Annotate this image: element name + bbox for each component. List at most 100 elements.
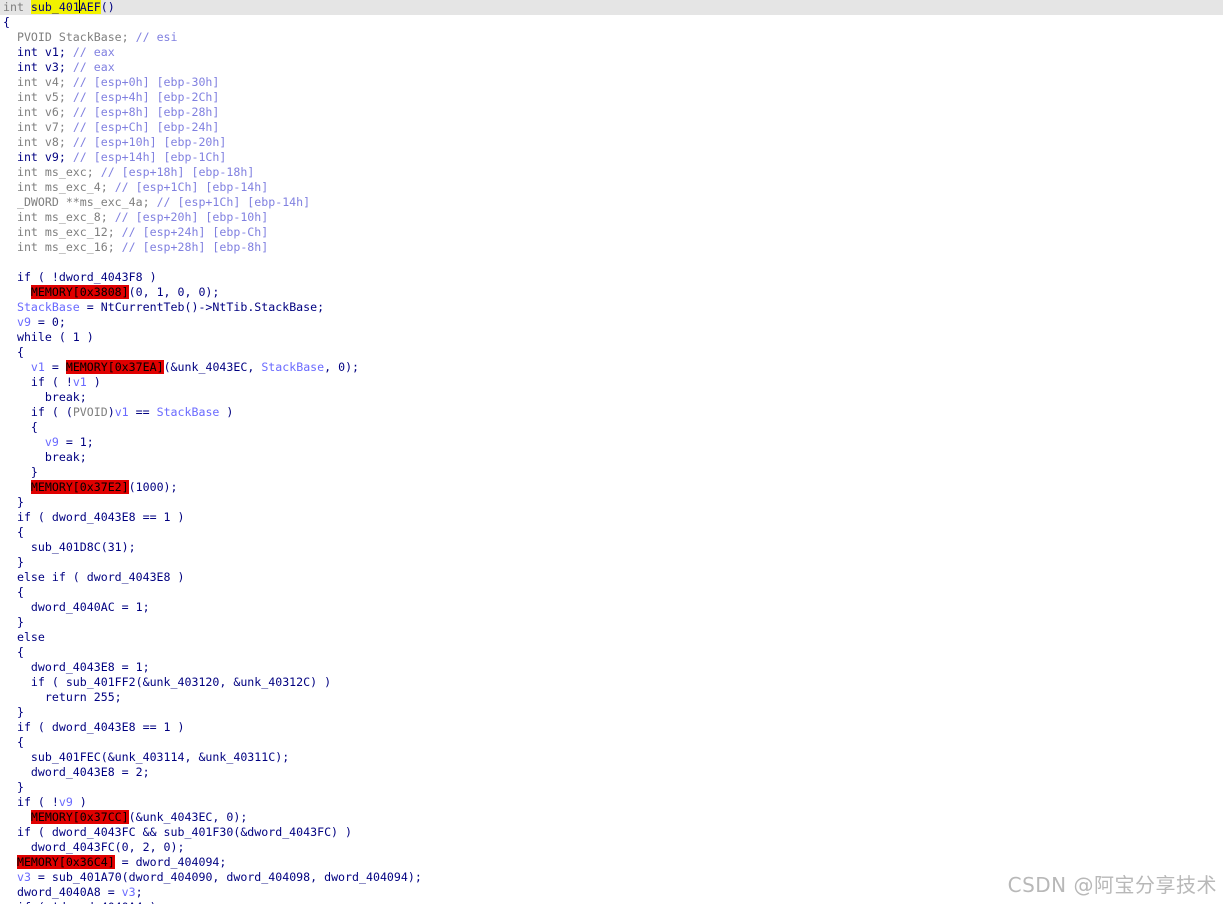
- code-line[interactable]: int ms_exc_12; // [esp+24h] [ebp-Ch]: [0, 225, 1223, 240]
- code-line[interactable]: MEMORY[0x37CC](&unk_4043EC, 0);: [0, 810, 1223, 825]
- unresolved-call-token[interactable]: MEMORY[0x36C4]: [16, 855, 115, 869]
- code-token: else if ( dword_4043E8 ): [3, 570, 185, 584]
- code-line[interactable]: if ( dword_4043FC && sub_401F30(&dword_4…: [0, 825, 1223, 840]
- code-line[interactable]: else: [0, 630, 1223, 645]
- code-line[interactable]: {: [0, 645, 1223, 660]
- code-line[interactable]: if ( !v1 ): [0, 375, 1223, 390]
- variable-token[interactable]: v1: [31, 360, 45, 374]
- unresolved-call-token[interactable]: MEMORY[0x3808]: [30, 285, 129, 299]
- variable-token[interactable]: StackBase: [157, 405, 220, 419]
- code-line[interactable]: MEMORY[0x37E2](1000);: [0, 480, 1223, 495]
- code-line[interactable]: [0, 255, 1223, 270]
- code-token: {: [3, 585, 24, 599]
- code-line[interactable]: int v3; // eax: [0, 60, 1223, 75]
- code-token: dword_4043FC(0, 2, 0);: [3, 840, 185, 854]
- code-token: int ms_exc;: [3, 165, 101, 179]
- pseudocode-view[interactable]: int sub_401AEF(){ PVOID StackBase; // es…: [0, 0, 1223, 904]
- code-token: dword_4043E8 = 1;: [3, 660, 150, 674]
- code-line[interactable]: }: [0, 780, 1223, 795]
- unresolved-call-token[interactable]: MEMORY[0x37CC]: [30, 810, 129, 824]
- code-line[interactable]: {: [0, 525, 1223, 540]
- code-line[interactable]: {: [0, 735, 1223, 750]
- code-line[interactable]: v9 = 1;: [0, 435, 1223, 450]
- code-line[interactable]: int v9; // [esp+14h] [ebp-1Ch]: [0, 150, 1223, 165]
- code-line[interactable]: int ms_exc_4; // [esp+1Ch] [ebp-14h]: [0, 180, 1223, 195]
- code-line[interactable]: int v4; // [esp+0h] [ebp-30h]: [0, 75, 1223, 90]
- code-line[interactable]: int ms_exc; // [esp+18h] [ebp-18h]: [0, 165, 1223, 180]
- code-line[interactable]: int ms_exc_8; // [esp+20h] [ebp-10h]: [0, 210, 1223, 225]
- code-line[interactable]: {: [0, 585, 1223, 600]
- code-token: if ( dword_4043FC && sub_401F30(&dword_4…: [3, 825, 353, 839]
- code-line[interactable]: if ( (PVOID)v1 == StackBase ): [0, 405, 1223, 420]
- code-line[interactable]: if ( sub_401FF2(&unk_403120, &unk_40312C…: [0, 675, 1223, 690]
- code-token: (1000);: [128, 480, 178, 494]
- code-line[interactable]: sub_401D8C(31);: [0, 540, 1223, 555]
- code-line-current[interactable]: int sub_401AEF(): [0, 0, 1223, 15]
- code-token: int ms_exc_8;: [3, 210, 115, 224]
- code-line[interactable]: sub_401FEC(&unk_403114, &unk_40311C);: [0, 750, 1223, 765]
- code-line[interactable]: int v1; // eax: [0, 45, 1223, 60]
- code-line[interactable]: MEMORY[0x3808](0, 1, 0, 0);: [0, 285, 1223, 300]
- code-line[interactable]: break;: [0, 390, 1223, 405]
- code-line[interactable]: dword_4043E8 = 1;: [0, 660, 1223, 675]
- code-line[interactable]: int v7; // [esp+Ch] [ebp-24h]: [0, 120, 1223, 135]
- code-line[interactable]: }: [0, 705, 1223, 720]
- code-line[interactable]: {: [0, 420, 1223, 435]
- code-line[interactable]: if ( dword_4043E8 == 1 ): [0, 720, 1223, 735]
- variable-token[interactable]: v9: [59, 795, 73, 809]
- variable-token[interactable]: v1: [73, 375, 87, 389]
- code-line[interactable]: if ( dword_4043E8 == 1 ): [0, 510, 1223, 525]
- variable-token[interactable]: StackBase: [261, 360, 324, 374]
- variable-token[interactable]: v9: [45, 435, 59, 449]
- code-token: ;: [135, 885, 143, 899]
- code-line[interactable]: MEMORY[0x36C4] = dword_404094;: [0, 855, 1223, 870]
- comment-token: // eax: [72, 60, 115, 74]
- code-line[interactable]: break;: [0, 450, 1223, 465]
- highlighted-function-name[interactable]: AEF: [79, 0, 101, 14]
- unresolved-call-token[interactable]: MEMORY[0x37E2]: [30, 480, 129, 494]
- unresolved-call-token[interactable]: MEMORY[0x37EA]: [65, 360, 164, 374]
- code-line[interactable]: {: [0, 345, 1223, 360]
- code-token: return 255;: [3, 690, 122, 704]
- comment-token: // [esp+10h] [ebp-20h]: [72, 135, 227, 149]
- code-line[interactable]: return 255;: [0, 690, 1223, 705]
- code-token: int v7;: [3, 120, 73, 134]
- code-line[interactable]: dword_4043FC(0, 2, 0);: [0, 840, 1223, 855]
- code-line[interactable]: }: [0, 465, 1223, 480]
- code-line[interactable]: dword_4043E8 = 2;: [0, 765, 1223, 780]
- code-token: }: [3, 465, 38, 479]
- code-line[interactable]: PVOID StackBase; // esi: [0, 30, 1223, 45]
- code-line[interactable]: int v6; // [esp+8h] [ebp-28h]: [0, 105, 1223, 120]
- code-line[interactable]: if ( !dword_4043F8 ): [0, 270, 1223, 285]
- comment-token: // [esp+0h] [ebp-30h]: [72, 75, 220, 89]
- code-line[interactable]: }: [0, 495, 1223, 510]
- code-line[interactable]: _DWORD **ms_exc_4a; // [esp+1Ch] [ebp-14…: [0, 195, 1223, 210]
- variable-token[interactable]: v9: [17, 315, 31, 329]
- code-token: dword_4043E8 = 2;: [3, 765, 150, 779]
- code-line[interactable]: int v5; // [esp+4h] [ebp-2Ch]: [0, 90, 1223, 105]
- comment-token: // [esp+Ch] [ebp-24h]: [72, 120, 220, 134]
- variable-token[interactable]: StackBase: [17, 300, 80, 314]
- code-line[interactable]: if ( !dword_4040A4 ): [0, 900, 1223, 904]
- code-line[interactable]: if ( !v9 ): [0, 795, 1223, 810]
- highlighted-function-name[interactable]: sub_401: [30, 0, 80, 14]
- code-line[interactable]: dword_4040AC = 1;: [0, 600, 1223, 615]
- code-line[interactable]: int v8; // [esp+10h] [ebp-20h]: [0, 135, 1223, 150]
- code-line[interactable]: StackBase = NtCurrentTeb()->NtTib.StackB…: [0, 300, 1223, 315]
- code-token: ): [219, 405, 234, 419]
- variable-token[interactable]: v3: [122, 885, 136, 899]
- variable-token[interactable]: v1: [115, 405, 129, 419]
- code-line[interactable]: while ( 1 ): [0, 330, 1223, 345]
- code-line[interactable]: }: [0, 615, 1223, 630]
- variable-token[interactable]: v3: [17, 870, 31, 884]
- code-line[interactable]: else if ( dword_4043E8 ): [0, 570, 1223, 585]
- code-token: while ( 1 ): [3, 330, 94, 344]
- code-line[interactable]: v1 = MEMORY[0x37EA](&unk_4043EC, StackBa…: [0, 360, 1223, 375]
- code-line[interactable]: {: [0, 15, 1223, 30]
- comment-token: // [esp+1Ch] [ebp-14h]: [156, 195, 311, 209]
- code-line[interactable]: int ms_exc_16; // [esp+28h] [ebp-8h]: [0, 240, 1223, 255]
- code-line[interactable]: }: [0, 555, 1223, 570]
- code-line[interactable]: v9 = 0;: [0, 315, 1223, 330]
